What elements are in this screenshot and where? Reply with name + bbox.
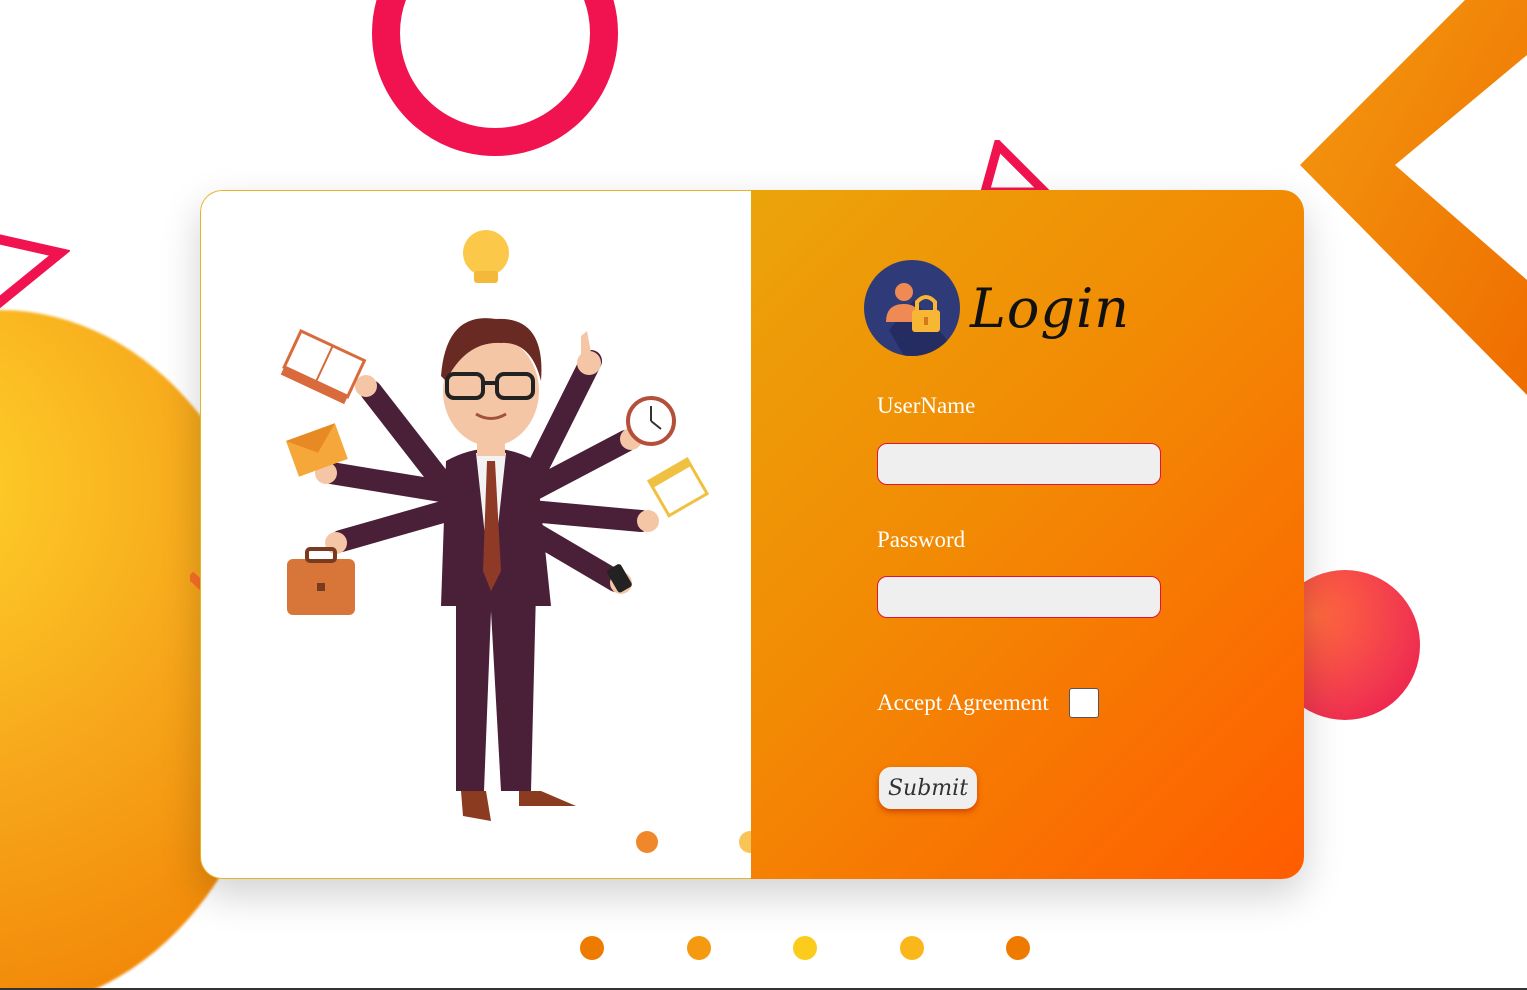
login-page: Login UserName Password Accept Agreement…: [0, 0, 1527, 990]
agreement-label: Accept Agreement: [877, 690, 1049, 715]
user-lock-icon: [864, 260, 960, 356]
dot: [687, 936, 711, 960]
briefcase-icon: [287, 547, 355, 615]
calendar-icon: [646, 456, 710, 518]
agreement-row: Accept Agreement: [877, 688, 1099, 718]
username-input[interactable]: [877, 443, 1161, 485]
dot: [793, 936, 817, 960]
login-card: Login UserName Password Accept Agreement…: [200, 190, 1304, 879]
pink-triangle-left-decoration: [0, 234, 70, 309]
dot: [580, 936, 604, 960]
clock-icon: [626, 396, 676, 446]
agreement-checkbox[interactable]: [1068, 688, 1099, 718]
orange-chevron-decoration: [1300, 0, 1527, 395]
password-input[interactable]: [877, 576, 1161, 618]
dot: [900, 936, 924, 960]
login-form-panel: Login UserName Password Accept Agreement…: [751, 190, 1304, 879]
username-label: UserName: [877, 393, 976, 418]
dot: [1006, 936, 1030, 960]
pink-ring-decoration: [372, 0, 618, 156]
book-icon: [280, 329, 367, 405]
illustration-panel: [200, 190, 752, 879]
password-label: Password: [877, 527, 966, 552]
lightbulb-icon: [463, 230, 509, 283]
login-title: Login: [970, 276, 1130, 340]
submit-button[interactable]: Submit: [879, 767, 977, 809]
multitasking-businessman-illustration: [280, 230, 752, 853]
login-header: Login: [864, 260, 1130, 356]
